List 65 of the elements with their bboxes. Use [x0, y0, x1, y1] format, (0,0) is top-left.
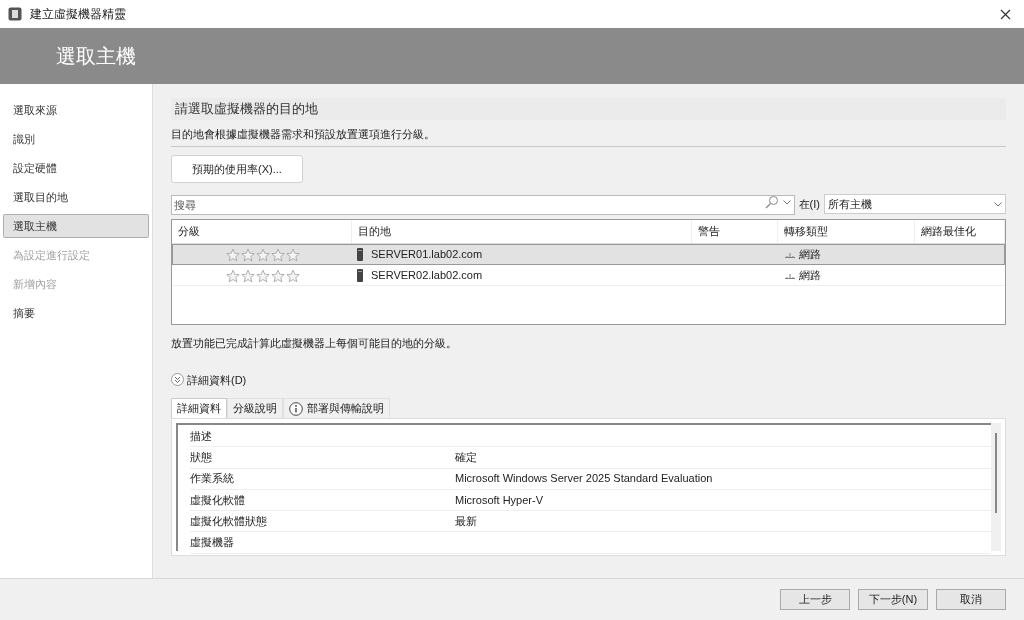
property-name: 虛擬化軟體狀態	[190, 514, 268, 530]
sidebar-item[interactable]: 選取主機	[3, 214, 149, 238]
property-name: 狀態	[190, 450, 213, 466]
star-icon	[271, 247, 285, 262]
server-icon	[357, 269, 363, 282]
network-icon	[785, 251, 795, 258]
table-row[interactable]: SERVER01.lab02.com 網路	[172, 244, 1005, 265]
property-value: 最新	[455, 514, 478, 530]
column-header[interactable]: 目的地	[352, 220, 692, 243]
sidebar-item[interactable]: 選取目的地	[3, 185, 149, 209]
scope-dropdown[interactable]: 所有主機	[824, 194, 1006, 214]
transfer-cell-text: 網路	[799, 268, 821, 284]
column-header[interactable]: 分級	[172, 220, 352, 243]
search-field[interactable]: 搜尋	[171, 195, 795, 215]
star-icon	[241, 268, 255, 283]
expand-icon	[171, 373, 184, 387]
star-icon	[256, 268, 270, 283]
property-name: 作業系統	[190, 471, 235, 487]
star-icon	[271, 268, 285, 283]
star-icon	[286, 247, 300, 262]
column-header[interactable]: 警告	[692, 220, 778, 243]
transfer-cell-text: 網路	[799, 247, 821, 263]
star-icon	[226, 268, 240, 283]
status-text: 放置功能已完成計算此虛擬機器上每個可能目的地的分級。	[171, 336, 458, 351]
scope-label: 在(I)	[798, 196, 820, 212]
table-row[interactable]: SERVER02.lab02.com 網路	[172, 265, 1005, 286]
sidebar-item[interactable]: 設定硬體	[3, 156, 149, 180]
wizard-button[interactable]: 取消	[936, 589, 1006, 610]
details-tab[interactable]: 部署與傳輸說明	[283, 398, 390, 418]
chevron-icon	[994, 201, 1002, 207]
sidebar-item[interactable]: 選取來源	[3, 98, 149, 122]
info-icon	[289, 401, 303, 416]
property-value: Microsoft Windows Server 2025 Standard Evaluation	[455, 471, 714, 487]
property-value: 確定	[455, 450, 478, 466]
destination-cell-text: SERVER01.lab02.com	[371, 247, 483, 263]
page-title: 選取主機	[56, 44, 136, 69]
close-icon	[999, 8, 1011, 20]
window-title: 建立虛擬機器精靈	[30, 6, 126, 23]
server-icon	[357, 248, 363, 261]
property-value: Microsoft Hyper-V	[455, 492, 545, 508]
network-icon	[785, 272, 795, 279]
column-header[interactable]: 網路最佳化	[915, 220, 1005, 243]
property-name: 描述	[190, 428, 213, 444]
search-icon[interactable]	[764, 195, 779, 209]
property-name: 虛擬機器	[190, 535, 235, 551]
wizard-icon	[8, 7, 22, 21]
wizard-button[interactable]: 下一步(N)	[858, 589, 928, 610]
column-header[interactable]: 轉移類型	[778, 220, 915, 243]
usage-button[interactable]: 預期的使用率(X)...	[171, 155, 303, 183]
section-heading: 請選取虛擬機器的目的地	[171, 98, 1006, 120]
scrollbar-thumb[interactable]	[995, 433, 997, 513]
destination-cell-text: SERVER02.lab02.com	[371, 268, 483, 284]
chevron-icon[interactable]	[782, 199, 791, 205]
star-icon	[286, 268, 300, 283]
description-text: 目的地會根據虛擬機器需求和預設放置選項進行分級。	[171, 125, 1006, 147]
details-toggle[interactable]: 詳細資料(D)	[171, 371, 247, 388]
details-tab[interactable]: 詳細資料	[171, 398, 227, 418]
sidebar-item[interactable]: 摘要	[3, 301, 149, 325]
star-icon	[256, 247, 270, 262]
property-name: 虛擬化軟體	[190, 492, 246, 508]
star-icon	[226, 247, 240, 262]
sidebar-item[interactable]: 識別	[3, 127, 149, 151]
details-tab[interactable]: 分級說明	[227, 398, 283, 418]
star-icon	[241, 247, 255, 262]
wizard-button[interactable]: 上一步	[780, 589, 850, 610]
